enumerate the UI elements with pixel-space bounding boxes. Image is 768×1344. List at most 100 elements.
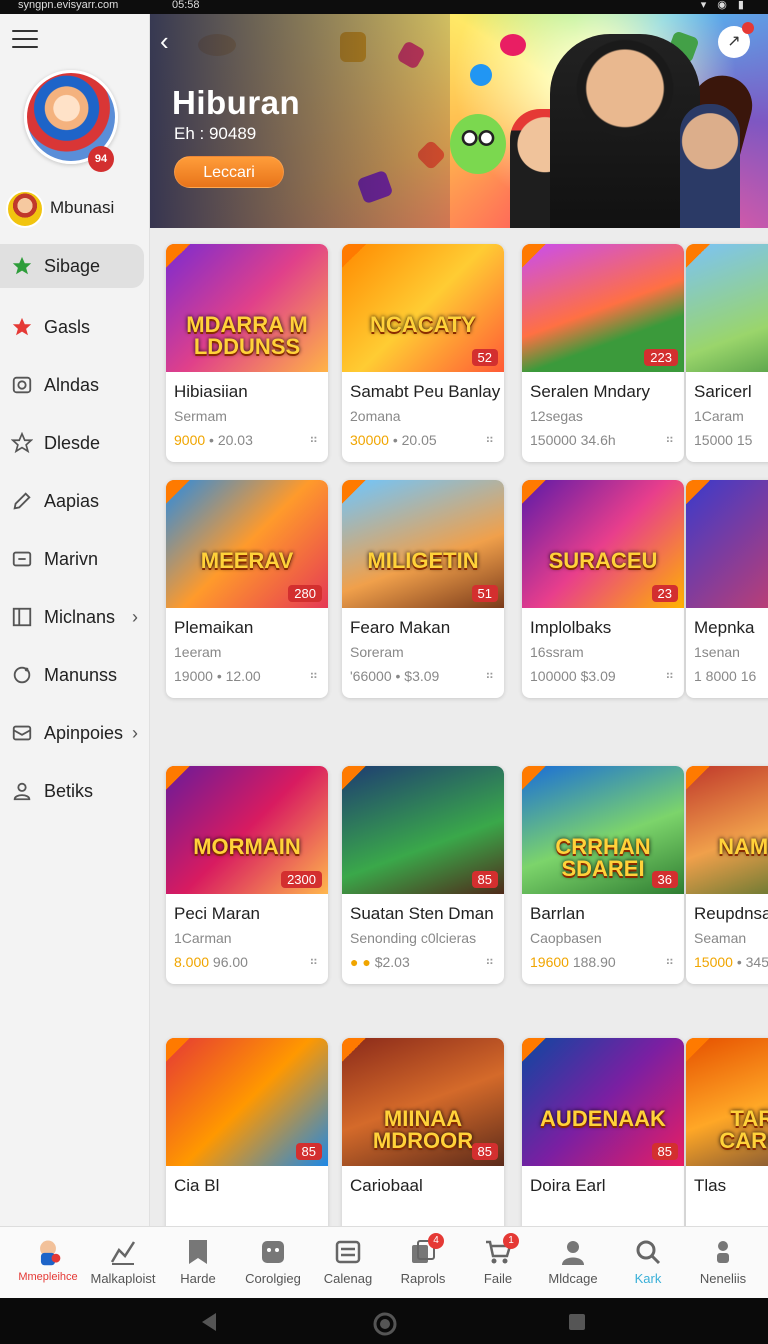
game-title: Barrlan: [530, 904, 585, 923]
sidebar-item-manunss[interactable]: Manunss: [0, 646, 150, 704]
person-icon: [558, 1237, 588, 1267]
status-bar: syngpn.evisyarr.com 05:58 ▾ ◉ ▮: [0, 0, 768, 14]
tab-faile[interactable]: 1 Faile: [460, 1227, 536, 1299]
count-badge: 223: [644, 349, 678, 366]
sidebar-item-alndas[interactable]: Alndas: [0, 356, 150, 414]
game-subtitle: 1Caram: [694, 408, 744, 424]
sidebar-item-label: Marivn: [44, 548, 99, 569]
game-price: 19000 • 12.00: [174, 668, 261, 684]
game-card[interactable]: TARTD CARGHS76 Tlas: [686, 1038, 768, 1226]
game-subtitle: 1Carman: [174, 930, 232, 946]
game-card[interactable]: SURACEU 23 Implolbaks 16ssram 100000 $3.09 ⠶: [522, 480, 684, 698]
game-card[interactable]: NCACATY 52 Samabt Peu Banlay 2omana 30000 • …: [342, 244, 504, 462]
corner-ribbon: [522, 766, 546, 790]
count-badge: 23: [651, 585, 678, 602]
corner-ribbon: [166, 1038, 190, 1062]
corner-ribbon: [342, 1038, 366, 1062]
tab-label: Mldcage: [548, 1271, 598, 1286]
game-title: Mepnka: [694, 618, 755, 637]
game-thumbnail: 85: [166, 1038, 328, 1166]
tab-kark[interactable]: Kark: [610, 1227, 686, 1299]
tab-malkaploist[interactable]: Malkaploist: [85, 1227, 161, 1299]
sidebar-item-apinpoies[interactable]: Apinpoies ›: [0, 704, 150, 762]
tab-mldcage[interactable]: Mldcage: [535, 1227, 611, 1299]
game-thumbnail: [686, 480, 768, 608]
tab-neneliis[interactable]: Neneliis: [685, 1227, 761, 1299]
tab-calenag[interactable]: Calenag: [310, 1227, 386, 1299]
bookmark-icon: [183, 1237, 213, 1267]
game-title: Cia Bl: [174, 1176, 220, 1195]
game-logo-text: MDARRA M LDDUNSS: [186, 312, 308, 359]
bottom-nav: Mmepleihce Malkaploist Harde Corolgieg Calen…: [0, 1226, 768, 1298]
mascot-character: [450, 114, 506, 174]
more-dots-icon[interactable]: ⠶: [309, 432, 318, 446]
game-card[interactable]: NAMAGSReupdnsanSeaman15000 • 3455⠶: [686, 766, 768, 984]
sidebar-nav: Sibage Gasls Alndas Dlesde Aapias Marivn Micln…: [0, 244, 150, 820]
game-card[interactable]: MDARRA M LDDUNSS Hibiasiian Sermam 9000 • 2…: [166, 244, 328, 462]
game-subtitle: Sermam: [174, 408, 227, 424]
corner-ribbon: [342, 244, 366, 268]
user-row[interactable]: Mbunasi: [6, 190, 146, 230]
back-triangle-icon[interactable]: [198, 1311, 220, 1333]
count-badge: 52: [471, 349, 498, 366]
copy-icon: 4: [408, 1233, 444, 1267]
inbox-icon: [10, 721, 34, 745]
game-title: Reupdnsan: [694, 904, 768, 923]
more-dots-icon[interactable]: ⠶: [665, 954, 674, 968]
sidebar-item-gasls[interactable]: Gasls: [0, 298, 150, 356]
more-dots-icon[interactable]: ⠶: [665, 432, 674, 446]
price-highlight: 8.000: [174, 954, 210, 970]
sidebar-item-aapias[interactable]: Aapias: [0, 472, 150, 530]
more-dots-icon[interactable]: ⠶: [485, 954, 494, 968]
hamburger-menu-icon[interactable]: [12, 30, 38, 50]
game-logo-text: MILIGETIN: [367, 548, 479, 573]
game-card[interactable]: 85 Suatan Sten Dman Senonding c0lcieras ● ●…: [342, 766, 504, 984]
price-value: • 20.03: [205, 432, 253, 448]
price-highlight: ● ●: [350, 954, 371, 970]
corner-ribbon: [522, 480, 546, 504]
sidebar-item-dlesde[interactable]: Dlesde: [0, 414, 150, 472]
game-card[interactable]: 223 Seralen Mndary 12segas 150000 34.6h ⠶: [522, 244, 684, 462]
tab-raprols[interactable]: 4 Raprols: [385, 1227, 461, 1299]
sidebar-item-miclnans[interactable]: Miclnans ›: [0, 588, 150, 646]
game-card[interactable]: MORMAIN 2300 Peci Maran 1Carman 8.000 96.00 ⠶: [166, 766, 328, 984]
tab-harde[interactable]: Harde: [160, 1227, 236, 1299]
count-badge: 51: [471, 585, 498, 602]
more-dots-icon[interactable]: ⠶: [485, 668, 494, 682]
price-value: • 20.05: [388, 432, 437, 448]
game-card[interactable]: CRRHAN SDAREI 36 Barrlan Caopbasen 19600 188…: [522, 766, 684, 984]
more-dots-icon[interactable]: ⠶: [309, 954, 318, 968]
game-card[interactable]: MEERAV 280 Plemaikan 1eeram 19000 • 12.00 ⠶: [166, 480, 328, 698]
game-card[interactable]: MIINAA MDROOR 85 Cariobaal: [342, 1038, 504, 1226]
recents-square-icon[interactable]: [566, 1311, 588, 1333]
game-title: Tlas: [694, 1176, 727, 1195]
game-card[interactable]: AUDENAAK 85 Doira Earl: [522, 1038, 684, 1226]
game-logo-text: MEERAV: [200, 548, 294, 573]
back-chevron-icon[interactable]: ‹: [160, 26, 169, 57]
person-small-icon: [708, 1237, 738, 1267]
game-card[interactable]: 85 Cia Bl: [166, 1038, 328, 1226]
game-card[interactable]: Mepnka1senan1 8000 16⠶: [686, 480, 768, 698]
corner-ribbon: [166, 244, 190, 268]
sidebar-item-marivn[interactable]: Marivn: [0, 530, 150, 588]
tab-mmepleihce[interactable]: Mmepleihce: [10, 1227, 86, 1299]
sidebar-item-sibage[interactable]: Sibage: [0, 244, 144, 288]
more-dots-icon[interactable]: ⠶: [665, 668, 674, 682]
game-price: 19600 188.90: [530, 954, 616, 970]
tab-label: Kark: [634, 1271, 662, 1286]
corner-ribbon: [342, 480, 366, 504]
tab-label: Harde: [180, 1271, 216, 1286]
game-card[interactable]: Saricerl1Caram15000 15⠶: [686, 244, 768, 462]
game-thumbnail: MDARRA M LDDUNSS: [166, 244, 328, 372]
corner-ribbon: [522, 1038, 546, 1062]
more-dots-icon[interactable]: ⠶: [309, 668, 318, 682]
sidebar-item-betiks[interactable]: Betiks: [0, 762, 150, 820]
home-circle-icon[interactable]: [372, 1311, 398, 1337]
hero-cta-button[interactable]: Leccari: [174, 156, 284, 188]
corner-ribbon: [686, 244, 710, 268]
game-title: Fearo Makan: [350, 618, 451, 637]
tab-corolgieg[interactable]: Corolgieg: [235, 1227, 311, 1299]
circle-icon: [10, 663, 34, 687]
game-card[interactable]: MILIGETIN 51 Fearo Makan Soreram ʹ66000 • $3…: [342, 480, 504, 698]
more-dots-icon[interactable]: ⠶: [485, 432, 494, 446]
